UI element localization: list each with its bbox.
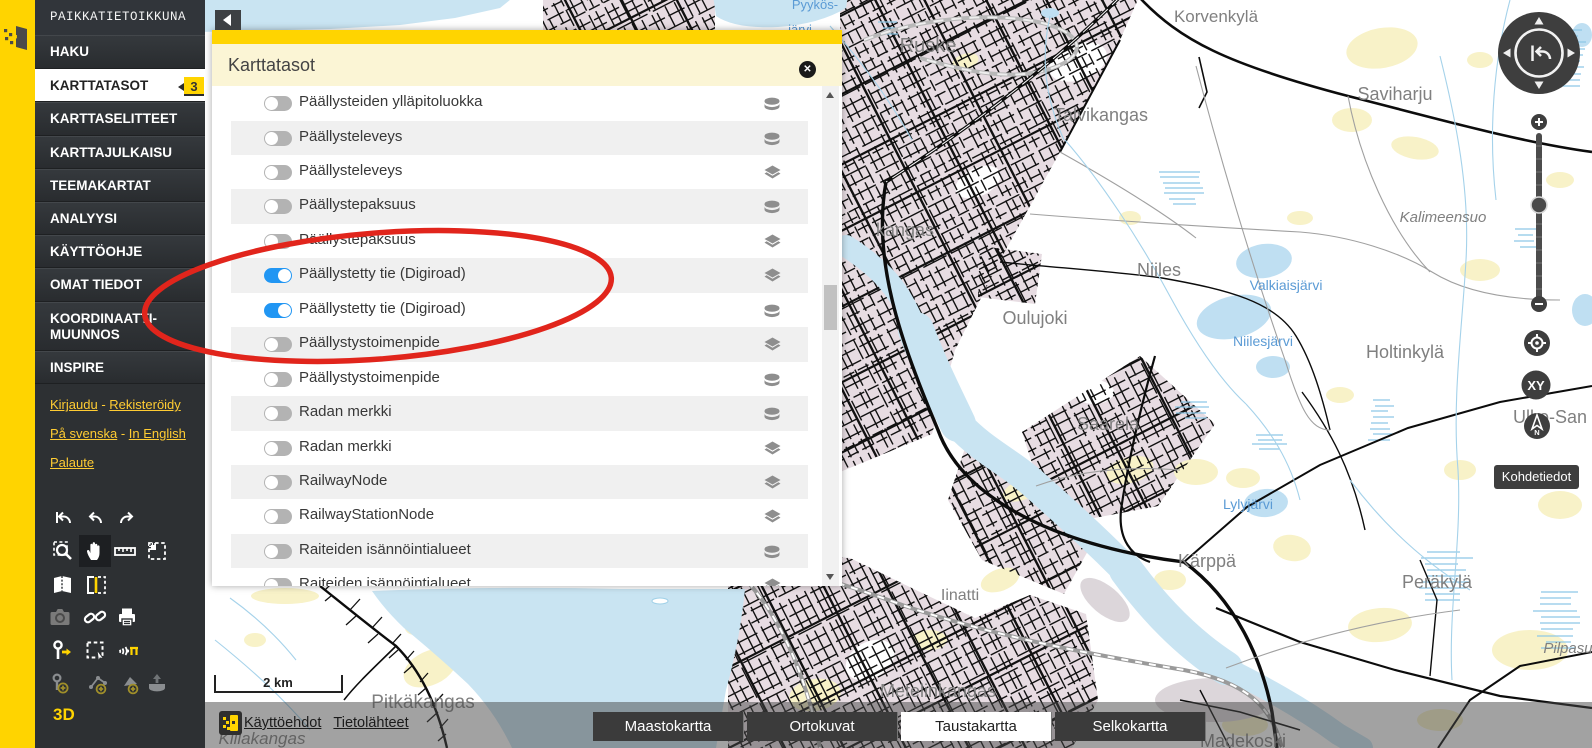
svg-text:2 km: 2 km [263,675,293,690]
svg-text:Kärppä: Kärppä [1178,551,1237,571]
svg-text:Niiles: Niiles [1137,260,1181,280]
svg-text:Valkiaisjärvi: Valkiaisjärvi [1250,277,1323,293]
svg-text:Pilpasu: Pilpasu [1543,640,1592,657]
svg-text:Talvikangas: Talvikangas [1054,105,1148,125]
svg-text:Ruske: Ruske [900,35,957,57]
svg-text:Korvenkylä: Korvenkylä [1174,7,1259,26]
svg-text:Peräkylä: Peräkylä [1402,572,1473,592]
svg-text:Kalimeensuo: Kalimeensuo [1400,209,1487,226]
svg-text:kangas: kangas [876,220,934,240]
svg-text:Holtinkylä: Holtinkylä [1366,342,1445,362]
svg-text:XY: XY [1527,378,1545,393]
svg-text:Saarela: Saarela [1077,414,1140,434]
svg-text:N: N [1534,428,1539,437]
svg-text:Oulujoki: Oulujoki [1002,308,1067,328]
svg-text:Saviharju: Saviharju [1357,84,1432,104]
svg-text:Iinatti: Iinatti [941,587,979,604]
svg-text:Pyykös-: Pyykös- [792,0,838,12]
svg-text:Lylyjärvi: Lylyjärvi [1223,496,1273,512]
svg-text:Metelinkangas: Metelinkangas [880,681,996,701]
svg-text:Niilesjärvi: Niilesjärvi [1233,333,1293,349]
